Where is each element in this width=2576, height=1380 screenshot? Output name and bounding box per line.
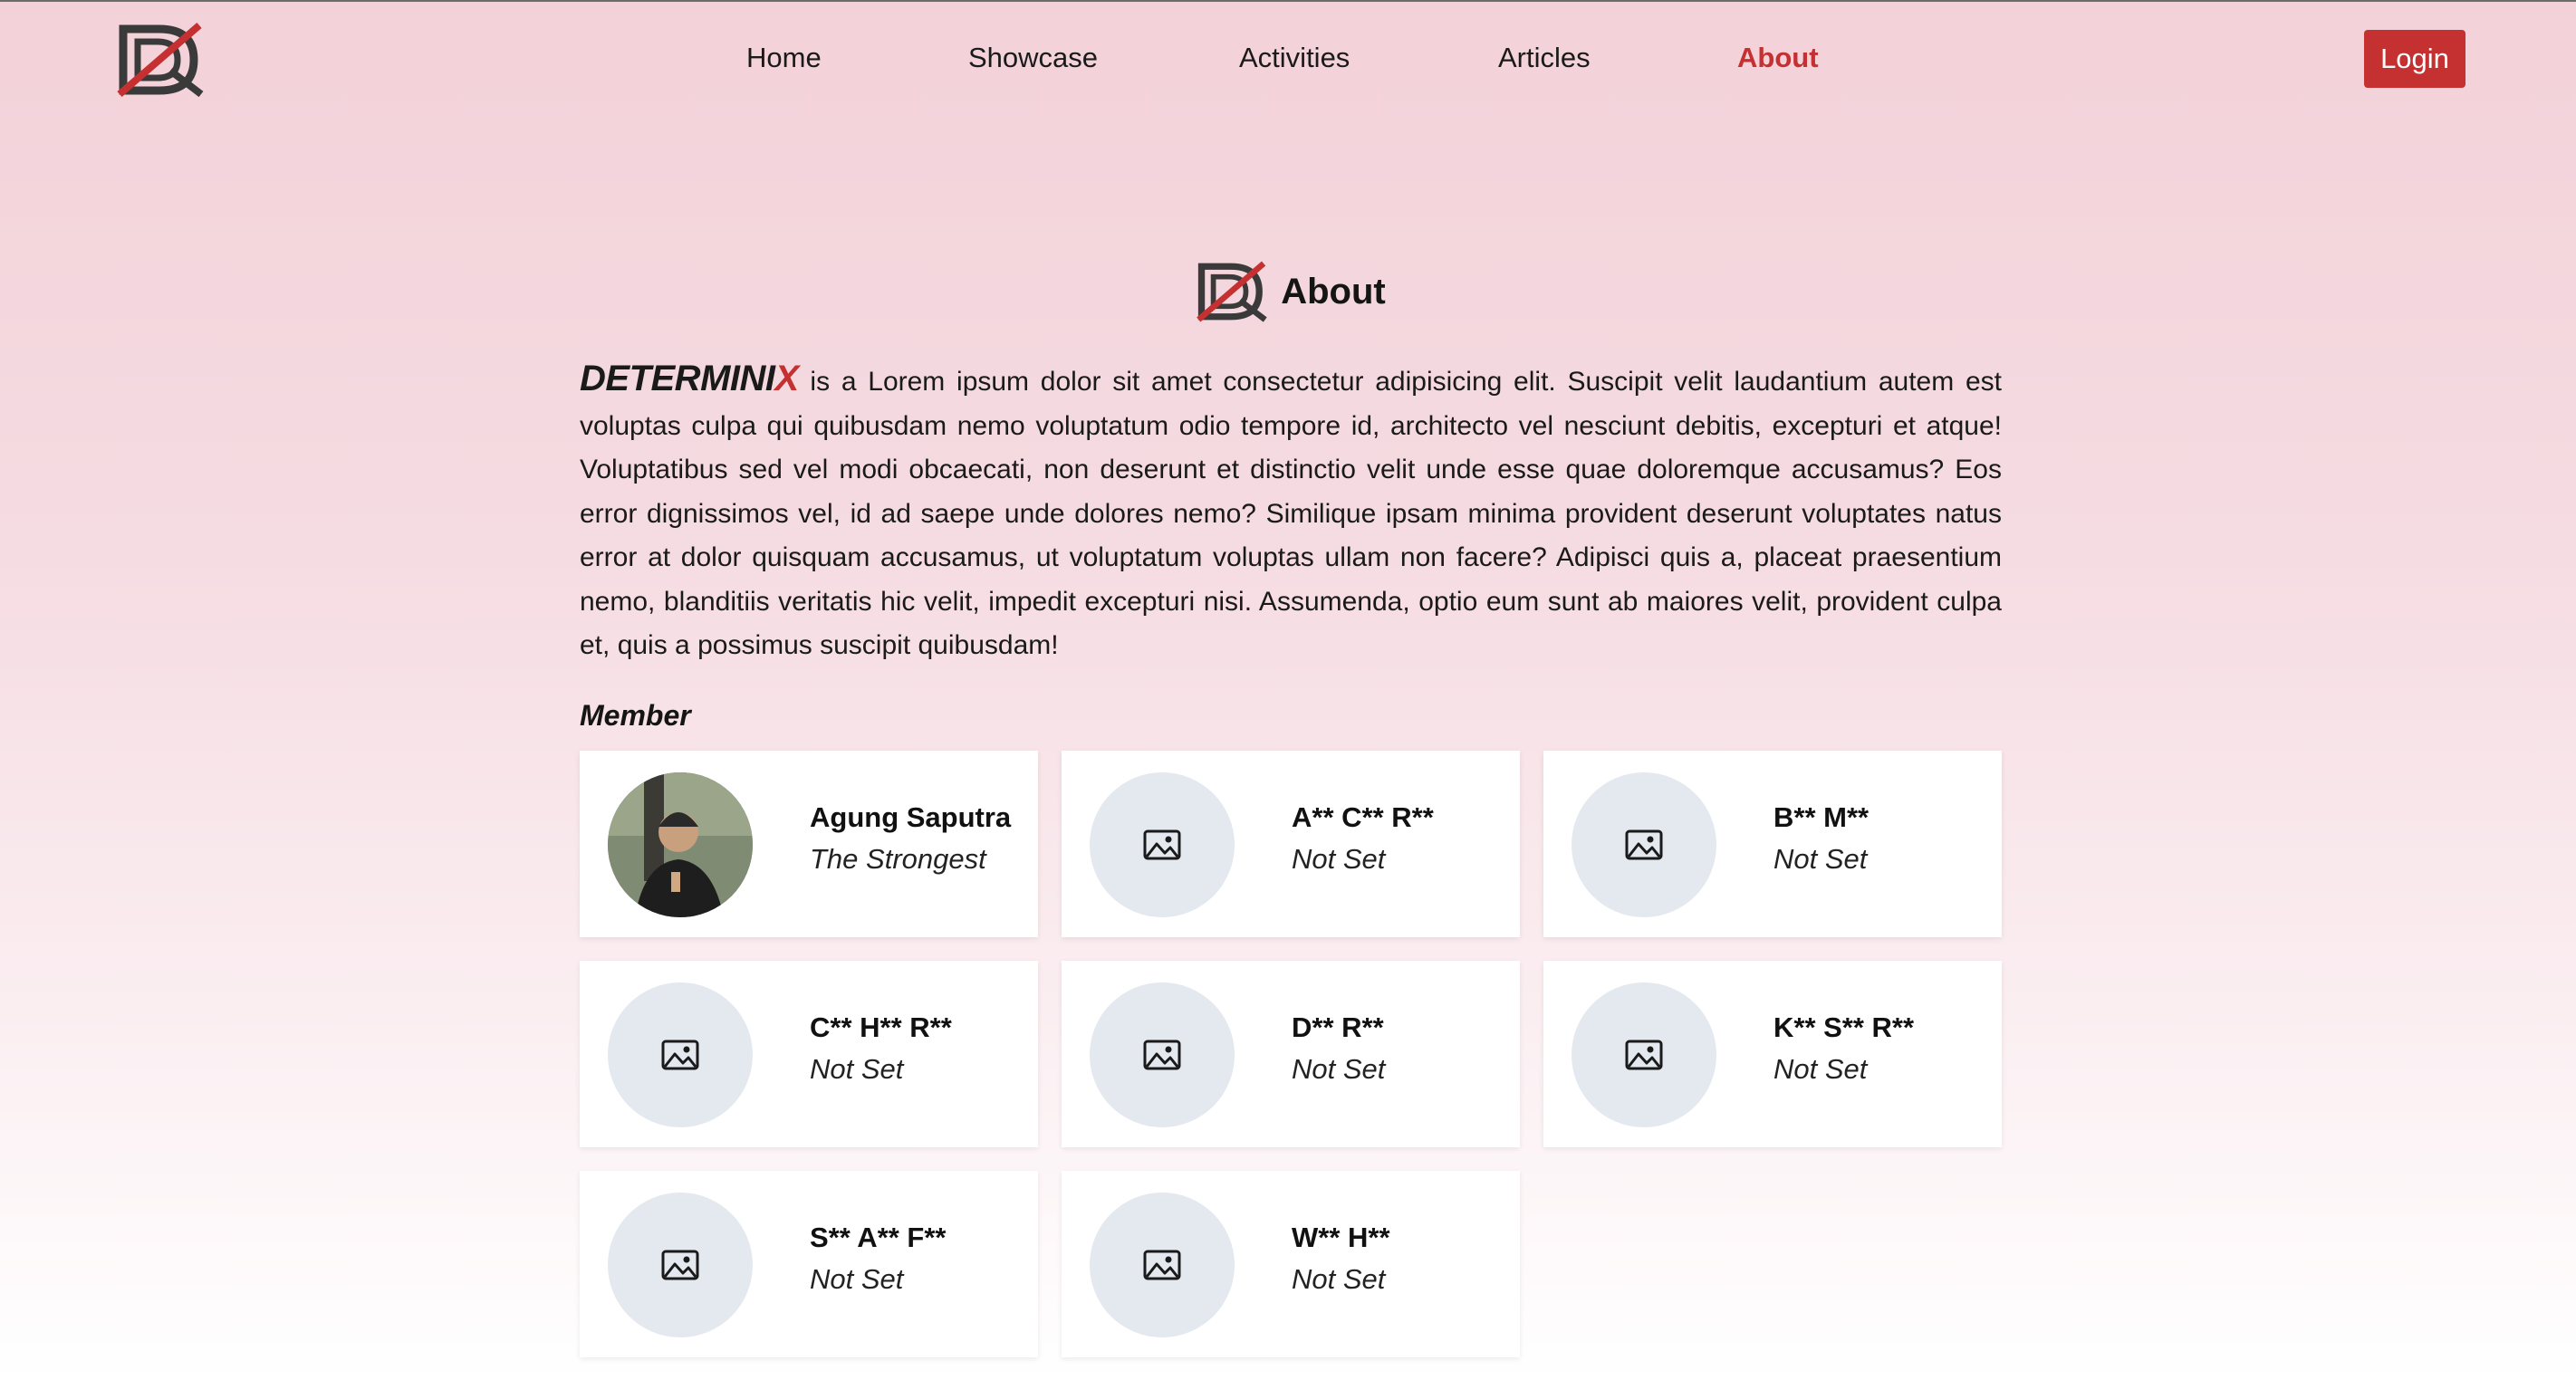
brand-accent: X <box>774 359 800 398</box>
logo-icon <box>1196 260 1268 323</box>
member-role: Not Set <box>810 1052 904 1085</box>
avatar <box>608 771 753 917</box>
member-name: D** R** <box>1292 1011 1384 1043</box>
member-role: Not Set <box>810 1262 904 1295</box>
image-placeholder-icon <box>1090 1192 1235 1337</box>
about-section: About DETERMINIX is a Lorem ipsum dolor … <box>580 254 2002 1357</box>
image-placeholder-icon <box>608 1192 753 1337</box>
member-card[interactable]: S** A** F** Not Set <box>580 1170 1038 1357</box>
navbar: Home Showcase Activities Articles About … <box>0 2 2576 118</box>
brand-main: DETERMINI <box>580 359 775 398</box>
description-text: is a Lorem ipsum dolor sit amet consecte… <box>580 367 2002 660</box>
member-role: Not Set <box>1292 1262 1386 1295</box>
brand-name: DETERMINIX <box>580 359 799 398</box>
member-role: Not Set <box>1292 842 1386 875</box>
nav-about[interactable]: About <box>1737 42 1819 74</box>
member-card[interactable]: K** S** R** Not Set <box>1543 960 2002 1147</box>
nav-home[interactable]: Home <box>746 42 822 74</box>
member-role: Not Set <box>1773 1052 1868 1085</box>
member-grid: Agung Saputra The Strongest A** C** R** Not… <box>580 750 2002 1357</box>
member-info: W** H** Not Set <box>1292 1222 1390 1296</box>
member-role: Not Set <box>1773 842 1868 875</box>
member-info: D** R** Not Set <box>1292 1011 1385 1086</box>
member-card[interactable]: B** M** Not Set <box>1543 750 2002 937</box>
member-info: A** C** R** Not Set <box>1292 801 1434 876</box>
member-info: B** M** Not Set <box>1773 801 1869 876</box>
image-placeholder-icon <box>1572 771 1716 917</box>
image-placeholder-icon <box>1090 771 1235 917</box>
nav-activities[interactable]: Activities <box>1239 42 1350 74</box>
member-name: W** H** <box>1292 1221 1390 1253</box>
member-card[interactable]: D** R** Not Set <box>1062 960 1520 1147</box>
member-card[interactable]: C** H** R** Not Set <box>580 960 1038 1147</box>
member-name: Agung Saputra <box>810 800 1012 833</box>
logo-icon[interactable] <box>116 22 205 98</box>
member-card[interactable]: W** H** Not Set <box>1062 1170 1520 1357</box>
nav-showcase[interactable]: Showcase <box>968 42 1098 74</box>
member-info: K** S** R** Not Set <box>1773 1011 1914 1086</box>
member-role: Not Set <box>1292 1052 1386 1085</box>
member-role: The Strongest <box>810 842 986 875</box>
login-button[interactable]: Login <box>2364 30 2465 88</box>
member-card[interactable]: Agung Saputra The Strongest <box>580 750 1038 937</box>
member-heading: Member <box>580 698 691 732</box>
page-title: About <box>1281 271 1386 311</box>
member-name: K** S** R** <box>1773 1011 1915 1043</box>
member-info: C** H** R** Not Set <box>810 1011 952 1086</box>
member-name: A** C** R** <box>1292 800 1434 833</box>
member-name: C** H** R** <box>810 1011 952 1043</box>
about-header: About <box>580 254 2002 330</box>
member-info: S** A** F** Not Set <box>810 1222 946 1296</box>
image-placeholder-icon <box>608 982 753 1127</box>
nav-articles[interactable]: Articles <box>1498 42 1591 74</box>
member-name: S** A** F** <box>810 1221 947 1253</box>
member-info: Agung Saputra The Strongest <box>810 801 1011 876</box>
member-card[interactable]: A** C** R** Not Set <box>1062 750 1520 937</box>
image-placeholder-icon <box>1090 982 1235 1127</box>
about-description: DETERMINIX is a Lorem ipsum dolor sit am… <box>580 357 2002 668</box>
member-name: B** M** <box>1773 800 1870 833</box>
image-placeholder-icon <box>1572 982 1716 1127</box>
